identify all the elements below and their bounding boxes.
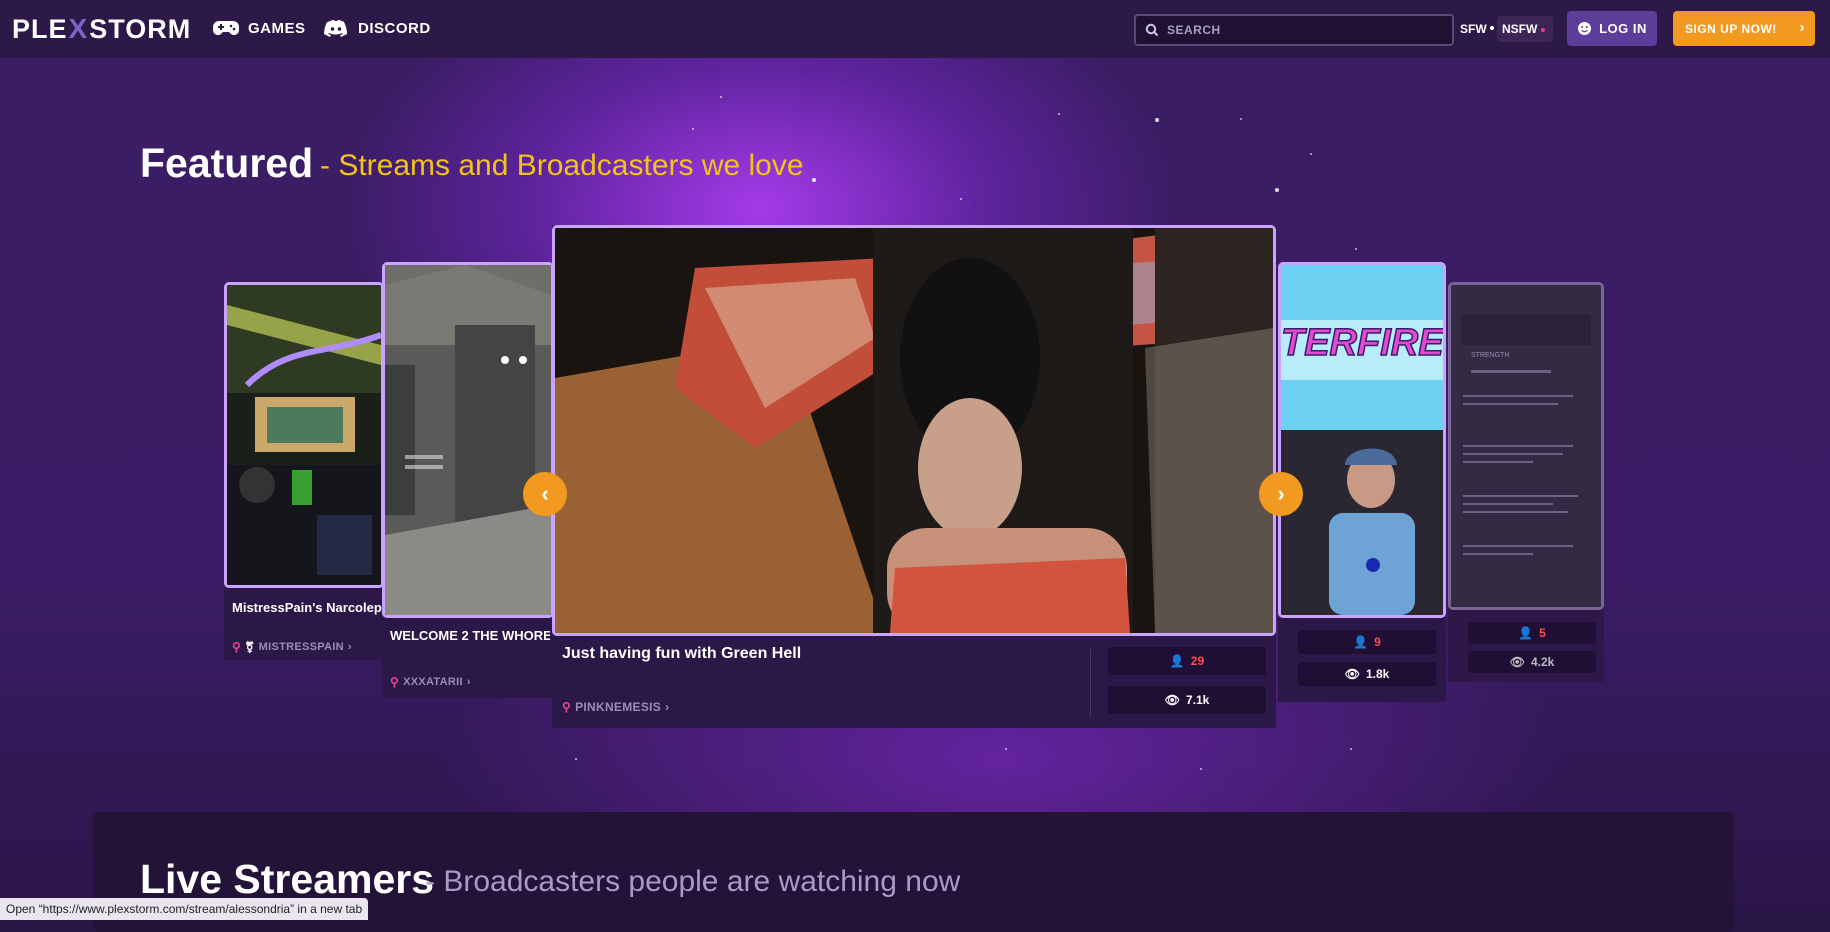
user-icon: 👤 (1518, 626, 1534, 640)
card-4-followers: 👤 9 (1298, 630, 1436, 654)
main-card-thumbnail (552, 225, 1276, 636)
live-streamers-subtitle: - Broadcasters people are watching now (425, 865, 961, 898)
logo-x: X (68, 13, 89, 44)
nav-games[interactable]: GAMES (213, 19, 306, 37)
featured-card-5[interactable]: STRENGTH 👤 5 👁 4.2k (1448, 282, 1604, 682)
nsfw-active-dot (1541, 27, 1546, 32)
main-card-views-value: 7.1k (1185, 693, 1210, 707)
main-card-user[interactable]: ⚲ PINKNEMESIS › (562, 700, 669, 714)
top-navigation-bar: PLEXSTORM GAMES DISCORD SFW NSFW LOG IN … (0, 0, 1830, 58)
chevron-right-icon: › (1799, 19, 1805, 36)
main-card-views: 👁 7.1k (1108, 686, 1266, 714)
card-2-user[interactable]: ⚲ XXXATARII › (390, 675, 471, 689)
card-4-views-value: 1.8k (1365, 667, 1390, 681)
logo-text-left: PLE (12, 13, 68, 44)
location-pin-icon: ⚲ (562, 700, 572, 714)
card-4-views: 👁 1.8k (1298, 662, 1436, 686)
card-5-followers-value: 5 (1539, 626, 1546, 640)
nsfw-toggle[interactable]: NSFW (1497, 16, 1554, 42)
search-input[interactable] (1165, 22, 1439, 38)
chevron-right-icon: › (1277, 481, 1285, 506)
main-card-username: PINKNEMESIS (575, 700, 662, 714)
search-bar[interactable] (1134, 14, 1454, 46)
login-button[interactable]: LOG IN (1567, 11, 1657, 46)
logo-text-right: STORM (89, 13, 192, 44)
card-2-username: XXXATARII (403, 676, 463, 688)
featured-card-1[interactable]: MistressPain's Narcolepsy ⚲ ⚧ MISTRESSPA… (224, 282, 384, 660)
featured-card-4[interactable]: TERFIRE 👤 9 👁 1.8k (1278, 262, 1446, 702)
nsfw-label: NSFW (1502, 22, 1538, 36)
card-divider (1090, 649, 1091, 716)
card-5-views: 👁 4.2k (1468, 651, 1596, 673)
card-1-username: MISTRESSPAIN (258, 641, 344, 653)
login-label: LOG IN (1599, 21, 1647, 36)
plexstorm-logo[interactable]: PLE X STORM (12, 13, 191, 45)
discord-icon (324, 20, 347, 37)
eye-icon: 👁 (1344, 667, 1360, 681)
card-2-title: WELCOME 2 THE WHORE (390, 628, 550, 643)
card-5-views-value: 4.2k (1530, 655, 1555, 669)
featured-card-main[interactable]: Just having fun with Green Hell ⚲ PINKNE… (552, 225, 1276, 728)
card-5-thumb-text: STRENGTH (1471, 352, 1510, 359)
search-icon (1145, 23, 1159, 37)
card-4-thumbnail: TERFIRE (1278, 262, 1446, 618)
location-pin-icon: ⚲ (390, 675, 400, 689)
card-4-thumb-text: TERFIRE (1281, 322, 1443, 364)
main-card-followers: 👤 29 (1108, 647, 1266, 675)
carousel-next-button[interactable]: › (1259, 472, 1303, 516)
card-5-thumbnail: STRENGTH (1448, 282, 1604, 610)
card-1-title: MistressPain's Narcolepsy (232, 600, 382, 615)
sfw-toggle[interactable]: SFW (1460, 22, 1487, 36)
card-1-user[interactable]: ⚲ ⚧ MISTRESSPAIN › (232, 640, 352, 654)
nav-games-label: GAMES (248, 19, 306, 37)
main-card-title: Just having fun with Green Hell (562, 645, 802, 662)
location-pin-icon: ⚲ (232, 640, 242, 654)
carousel-prev-button[interactable]: ‹ (523, 472, 567, 516)
user-face-icon (1578, 22, 1592, 35)
nav-discord-label: DISCORD (358, 19, 431, 37)
card-4-followers-value: 9 (1374, 635, 1381, 649)
eye-icon: 👁 (1509, 655, 1525, 669)
card-2-thumbnail (382, 262, 554, 618)
chevron-right-icon: › (466, 676, 471, 688)
card-5-followers: 👤 5 (1468, 622, 1596, 644)
card-1-thumbnail (224, 282, 384, 588)
gamepad-icon (213, 21, 239, 35)
gender-icon: ⚧ (245, 641, 255, 654)
live-streamers-title: Live Streamers (140, 856, 435, 902)
chevron-right-icon: › (347, 641, 352, 653)
toggle-separator (1490, 26, 1494, 30)
nav-discord[interactable]: DISCORD (323, 19, 431, 37)
featured-subtitle: - Streams and Broadcasters we love (320, 149, 804, 182)
chevron-right-icon: › (665, 700, 670, 714)
user-icon: 👤 (1353, 635, 1369, 649)
browser-status-bar: Open “https://www.plexstorm.com/stream/a… (0, 898, 369, 920)
main-card-followers-value: 29 (1190, 654, 1205, 668)
chevron-left-icon: ‹ (541, 481, 549, 506)
featured-title: Featured (140, 140, 314, 186)
signup-label: SIGN UP NOW! (1685, 21, 1777, 36)
eye-icon: 👁 (1164, 693, 1180, 707)
signup-button[interactable]: SIGN UP NOW! › (1673, 11, 1815, 46)
user-icon: 👤 (1169, 654, 1185, 668)
